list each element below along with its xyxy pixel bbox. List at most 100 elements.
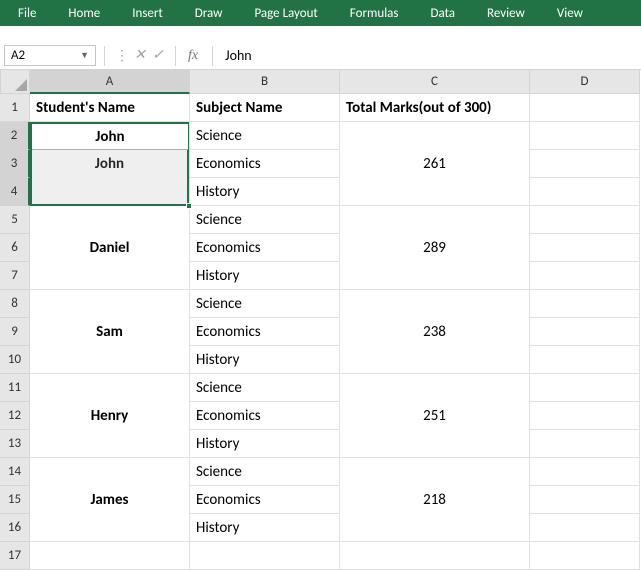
cell-D17[interactable] <box>530 542 640 570</box>
cancel-icon[interactable]: ✕ <box>131 47 149 64</box>
cell-B8[interactable]: Science <box>190 290 340 318</box>
ribbon-tab-file[interactable]: File <box>18 6 36 21</box>
cell-D4[interactable] <box>530 178 640 206</box>
row-header-17[interactable]: 17 <box>0 542 30 570</box>
cell-C8[interactable] <box>340 290 530 318</box>
row-header-9[interactable]: 9 <box>0 318 30 346</box>
cell-C10[interactable] <box>340 346 530 374</box>
cell-D2[interactable] <box>530 122 640 150</box>
row-header-16[interactable]: 16 <box>0 514 30 542</box>
worksheet[interactable]: A B C D 1 Student's Name Subject Name To… <box>0 70 641 570</box>
cell-C3[interactable]: 261 <box>340 150 530 178</box>
cell-A10[interactable] <box>30 346 190 374</box>
cell-C6[interactable]: 289 <box>340 234 530 262</box>
cell-A2[interactable] <box>30 122 190 150</box>
cell-B9[interactable]: Economics <box>190 318 340 346</box>
cell-C12[interactable]: 251 <box>340 402 530 430</box>
cell-B17[interactable] <box>190 542 340 570</box>
ribbon-tab-page-layout[interactable]: Page Layout <box>254 6 317 21</box>
cell-A1[interactable]: Student's Name <box>30 94 190 122</box>
cell-A9[interactable]: Sam <box>30 318 190 346</box>
cell-A3[interactable]: John <box>30 150 190 178</box>
cell-C14[interactable] <box>340 458 530 486</box>
cell-A4[interactable] <box>30 178 190 206</box>
cell-A5[interactable] <box>30 206 190 234</box>
ribbon-tab-insert[interactable]: Insert <box>132 6 163 21</box>
cell-B12[interactable]: Economics <box>190 402 340 430</box>
col-header-B[interactable]: B <box>190 70 340 94</box>
row-header-15[interactable]: 15 <box>0 486 30 514</box>
cell-D8[interactable] <box>530 290 640 318</box>
cell-A13[interactable] <box>30 430 190 458</box>
cell-D9[interactable] <box>530 318 640 346</box>
cell-D12[interactable] <box>530 402 640 430</box>
cell-D11[interactable] <box>530 374 640 402</box>
cell-D1[interactable] <box>530 94 640 122</box>
cell-A12[interactable]: Henry <box>30 402 190 430</box>
cell-D6[interactable] <box>530 234 640 262</box>
cell-A8[interactable] <box>30 290 190 318</box>
cell-D15[interactable] <box>530 486 640 514</box>
cell-C9[interactable]: 238 <box>340 318 530 346</box>
cell-D7[interactable] <box>530 262 640 290</box>
cell-A15[interactable]: James <box>30 486 190 514</box>
cell-A17[interactable] <box>30 542 190 570</box>
cell-D13[interactable] <box>530 430 640 458</box>
accept-icon[interactable]: ✓ <box>149 47 167 64</box>
fx-icon[interactable]: fx <box>188 48 198 64</box>
row-header-5[interactable]: 5 <box>0 206 30 234</box>
cell-B11[interactable]: Science <box>190 374 340 402</box>
row-header-1[interactable]: 1 <box>0 94 30 122</box>
cell-B14[interactable]: Science <box>190 458 340 486</box>
fill-handle[interactable] <box>186 203 192 209</box>
formula-input[interactable] <box>221 45 641 66</box>
cell-B10[interactable]: History <box>190 346 340 374</box>
cell-B6[interactable]: Economics <box>190 234 340 262</box>
row-header-7[interactable]: 7 <box>0 262 30 290</box>
col-header-A[interactable]: A <box>30 70 190 94</box>
cell-C17[interactable] <box>340 542 530 570</box>
cell-C4[interactable] <box>340 178 530 206</box>
cell-C13[interactable] <box>340 430 530 458</box>
col-header-C[interactable]: C <box>340 70 530 94</box>
cell-D3[interactable] <box>530 150 640 178</box>
row-header-6[interactable]: 6 <box>0 234 30 262</box>
ribbon-tab-data[interactable]: Data <box>431 6 456 21</box>
cell-B1[interactable]: Subject Name <box>190 94 340 122</box>
cell-C1[interactable]: Total Marks(out of 300) <box>340 94 530 122</box>
name-box[interactable]: A2 ▼ <box>4 45 96 66</box>
cell-B4[interactable]: History <box>190 178 340 206</box>
select-all-corner[interactable] <box>0 70 30 94</box>
row-header-10[interactable]: 10 <box>0 346 30 374</box>
cell-C15[interactable]: 218 <box>340 486 530 514</box>
row-header-11[interactable]: 11 <box>0 374 30 402</box>
cell-C11[interactable] <box>340 374 530 402</box>
cell-A7[interactable] <box>30 262 190 290</box>
ribbon-tab-view[interactable]: View <box>557 6 583 21</box>
ribbon-tab-formulas[interactable]: Formulas <box>350 6 399 21</box>
row-header-8[interactable]: 8 <box>0 290 30 318</box>
cell-B16[interactable]: History <box>190 514 340 542</box>
row-header-2[interactable]: 2 <box>0 122 30 150</box>
ribbon-tab-draw[interactable]: Draw <box>195 6 223 21</box>
cell-B2[interactable]: Science <box>190 122 340 150</box>
row-header-4[interactable]: 4 <box>0 178 30 206</box>
cell-B15[interactable]: Economics <box>190 486 340 514</box>
cell-A16[interactable] <box>30 514 190 542</box>
cell-C5[interactable] <box>340 206 530 234</box>
ribbon-tab-review[interactable]: Review <box>487 6 525 21</box>
cell-A6[interactable]: Daniel <box>30 234 190 262</box>
row-header-13[interactable]: 13 <box>0 430 30 458</box>
cell-B7[interactable]: History <box>190 262 340 290</box>
row-header-3[interactable]: 3 <box>0 150 30 178</box>
cell-B5[interactable]: Science <box>190 206 340 234</box>
chevron-down-icon[interactable]: ▼ <box>80 50 89 61</box>
cell-A14[interactable] <box>30 458 190 486</box>
row-header-14[interactable]: 14 <box>0 458 30 486</box>
cell-D16[interactable] <box>530 514 640 542</box>
cell-C7[interactable] <box>340 262 530 290</box>
more-icon[interactable]: ⋮ <box>113 47 131 64</box>
cell-B3[interactable]: Economics <box>190 150 340 178</box>
cell-D5[interactable] <box>530 206 640 234</box>
cell-D10[interactable] <box>530 346 640 374</box>
